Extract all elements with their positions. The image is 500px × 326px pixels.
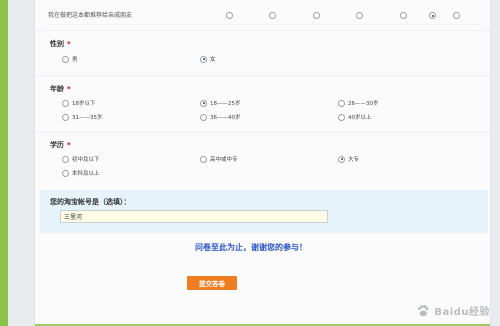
matrix-radio-6[interactable] xyxy=(429,12,436,19)
question-education-title: 学历 * xyxy=(50,140,71,150)
divider xyxy=(35,75,490,76)
age-option-4[interactable]: 31——35岁 xyxy=(62,112,103,122)
option-label: 女 xyxy=(210,57,216,63)
option-label: 初中及以下 xyxy=(72,157,100,163)
age-option-3[interactable]: 26——30岁 xyxy=(338,98,379,108)
option-label: 18——25岁 xyxy=(210,101,241,107)
account-question-title: 您的淘宝帐号是（选填）： xyxy=(50,198,131,206)
matrix-radio-5[interactable] xyxy=(400,12,407,19)
radio-age-4[interactable] xyxy=(62,113,69,121)
radio-age-5[interactable] xyxy=(200,113,207,121)
option-label: 26——30岁 xyxy=(348,101,379,107)
baidu-paw-icon xyxy=(418,304,429,316)
survey-page xyxy=(35,0,490,326)
option-label: 本科及以上 xyxy=(72,171,100,177)
option-label: 18岁以下 xyxy=(72,101,96,107)
education-option-2[interactable]: 高中或中专 xyxy=(200,154,238,164)
option-label: 大专 xyxy=(348,157,360,163)
gender-option-female[interactable]: 女 xyxy=(200,54,216,64)
option-label: 男 xyxy=(72,57,78,63)
required-mark: * xyxy=(67,85,71,93)
matrix-radio-2[interactable] xyxy=(269,12,276,19)
question-age-title: 年龄 * xyxy=(50,84,71,94)
radio-age-3[interactable] xyxy=(338,99,345,107)
thanks-message: 问卷至此为止，谢谢您的参与！ xyxy=(195,243,307,252)
question-age-label: 年龄 xyxy=(50,85,64,93)
age-option-2[interactable]: 18——25岁 xyxy=(200,98,241,108)
divider xyxy=(35,132,490,133)
gender-option-male[interactable]: 男 xyxy=(62,54,78,64)
option-label: 40岁以上 xyxy=(348,115,372,121)
question-gender-label: 性别 xyxy=(50,40,64,48)
radio-age-2[interactable] xyxy=(200,99,207,107)
watermark-text: Baidu经验 xyxy=(434,307,490,318)
radio-edu-3[interactable] xyxy=(338,155,345,163)
option-label: 高中或中专 xyxy=(210,157,238,163)
required-mark: * xyxy=(67,40,71,48)
required-mark: * xyxy=(67,141,71,149)
education-option-3[interactable]: 大专 xyxy=(338,154,359,164)
left-accent-bar xyxy=(0,0,8,326)
matrix-radio-4[interactable] xyxy=(356,12,363,19)
matrix-radio-1[interactable] xyxy=(226,12,233,19)
radio-age-6[interactable] xyxy=(338,113,345,121)
account-input[interactable] xyxy=(60,210,328,223)
divider xyxy=(35,30,490,31)
matrix-radio-3[interactable] xyxy=(313,12,320,19)
radio-edu-1[interactable] xyxy=(62,155,69,163)
age-option-6[interactable]: 40岁以上 xyxy=(338,112,372,122)
radio-edu-2[interactable] xyxy=(200,155,207,163)
education-option-1[interactable]: 初中及以下 xyxy=(62,154,100,164)
matrix-row-label: 我在做把这本都推荐给亲戚朋友 xyxy=(48,12,133,19)
radio-edu-4[interactable] xyxy=(62,169,69,177)
radio-male[interactable] xyxy=(62,55,69,63)
baidu-watermark: Baidu经验 xyxy=(416,303,490,318)
question-gender-title: 性别 * xyxy=(50,39,71,49)
radio-female[interactable] xyxy=(200,55,207,63)
age-option-1[interactable]: 18岁以下 xyxy=(62,98,96,108)
option-label: 31——35岁 xyxy=(72,115,103,121)
matrix-radio-7[interactable] xyxy=(453,12,460,19)
matrix-question-row: 我在做把这本都推荐给亲戚朋友 xyxy=(48,10,478,25)
education-option-4[interactable]: 本科及以上 xyxy=(62,168,100,178)
radio-age-1[interactable] xyxy=(62,99,69,107)
question-education-label: 学历 xyxy=(50,141,64,149)
submit-survey-button[interactable]: 提交答卷 xyxy=(187,276,237,290)
age-option-5[interactable]: 36——40岁 xyxy=(200,112,241,122)
option-label: 36——40岁 xyxy=(210,115,241,121)
